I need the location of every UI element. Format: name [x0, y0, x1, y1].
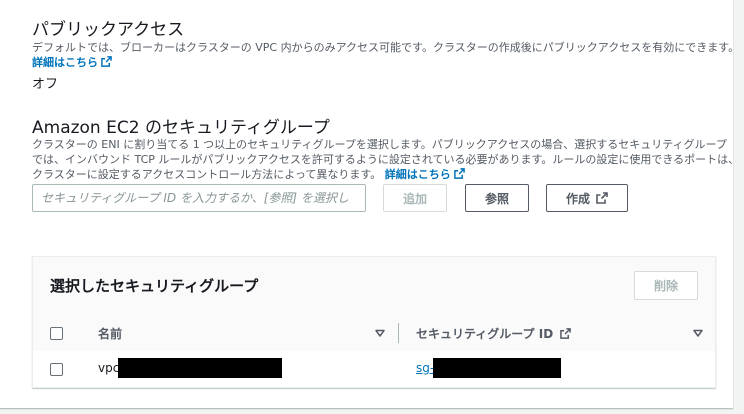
- public-access-title: パブリックアクセス: [32, 20, 185, 40]
- security-group-id-input[interactable]: [32, 184, 366, 212]
- row-checkbox[interactable]: [50, 363, 63, 376]
- public-access-description: デフォルトでは、ブローカーはクラスターの VPC 内からのみアクセス可能です。ク…: [32, 40, 740, 70]
- create-button-label: 作成: [565, 191, 590, 206]
- add-button[interactable]: 追加: [383, 184, 447, 212]
- security-groups-learn-more-label: 詳細はこちら: [384, 168, 451, 181]
- security-groups-description-line-3: クラスターに設定するアクセスコントロール方法によって異なります。: [32, 168, 382, 181]
- redacted-block: [118, 358, 282, 378]
- sort-caret-down-icon[interactable]: [693, 328, 703, 338]
- table-row[interactable]: vpc sg-: [33, 351, 715, 387]
- table-header: 選択したセキュリティグループ 削除: [33, 257, 715, 316]
- public-access-learn-more-label: 詳細はこちら: [32, 56, 98, 69]
- security-groups-learn-more-link[interactable]: 詳細はこちら: [385, 168, 465, 181]
- remove-button-label: 削除: [653, 279, 678, 293]
- table-title: 選択したセキュリティグループ: [50, 277, 259, 295]
- external-link-icon: [560, 328, 572, 339]
- redacted-block: [433, 358, 561, 378]
- external-link-icon: [453, 168, 465, 179]
- browse-button-label: 参照: [484, 191, 509, 206]
- select-all-checkbox[interactable]: [50, 327, 63, 340]
- column-header-security-group-id-label: セキュリティグループ ID: [416, 327, 554, 341]
- public-access-learn-more-link[interactable]: 詳細はこちら: [32, 56, 112, 69]
- security-groups-title: Amazon EC2 のセキュリティグループ: [32, 118, 330, 138]
- selected-security-groups-table: 選択したセキュリティグループ 削除 名前 セキュリティグループ ID vpc s…: [32, 256, 716, 388]
- sort-caret-down-icon[interactable]: [375, 328, 385, 338]
- column-header-security-group-id[interactable]: セキュリティグループ ID: [416, 325, 572, 342]
- row-security-group-id-link[interactable]: sg-: [416, 361, 434, 375]
- remove-button[interactable]: 削除: [634, 271, 698, 300]
- browse-button[interactable]: 参照: [465, 184, 529, 212]
- settings-panel: パブリックアクセス デフォルトでは、ブローカーはクラスターの VPC 内からのみ…: [0, 0, 740, 408]
- column-resizer[interactable]: [398, 323, 399, 343]
- add-button-label: 追加: [402, 191, 427, 206]
- public-access-description-text: デフォルトでは、ブローカーはクラスターの VPC 内からのみアクセス可能です。ク…: [32, 41, 740, 54]
- external-link-icon: [101, 56, 112, 67]
- page-scrollbar[interactable]: [735, 0, 744, 414]
- create-button[interactable]: 作成: [546, 184, 628, 212]
- security-groups-description: クラスターの ENI に割り当てる 1 つ以上のセキュリティグループを選択します…: [32, 137, 740, 182]
- security-groups-description-line-2: では、インバウンド TCP ルールがパブリックアクセスを許可するように設定されて…: [32, 153, 740, 166]
- column-header-name[interactable]: 名前: [98, 325, 122, 342]
- public-access-value: オフ: [32, 77, 59, 92]
- table-column-headers: 名前 セキュリティグループ ID: [33, 315, 715, 352]
- security-groups-description-line-1: クラスターの ENI に割り当てる 1 つ以上のセキュリティグループを選択します…: [32, 138, 727, 151]
- external-link-icon: [596, 192, 608, 204]
- row-name-cell: vpc: [98, 361, 120, 375]
